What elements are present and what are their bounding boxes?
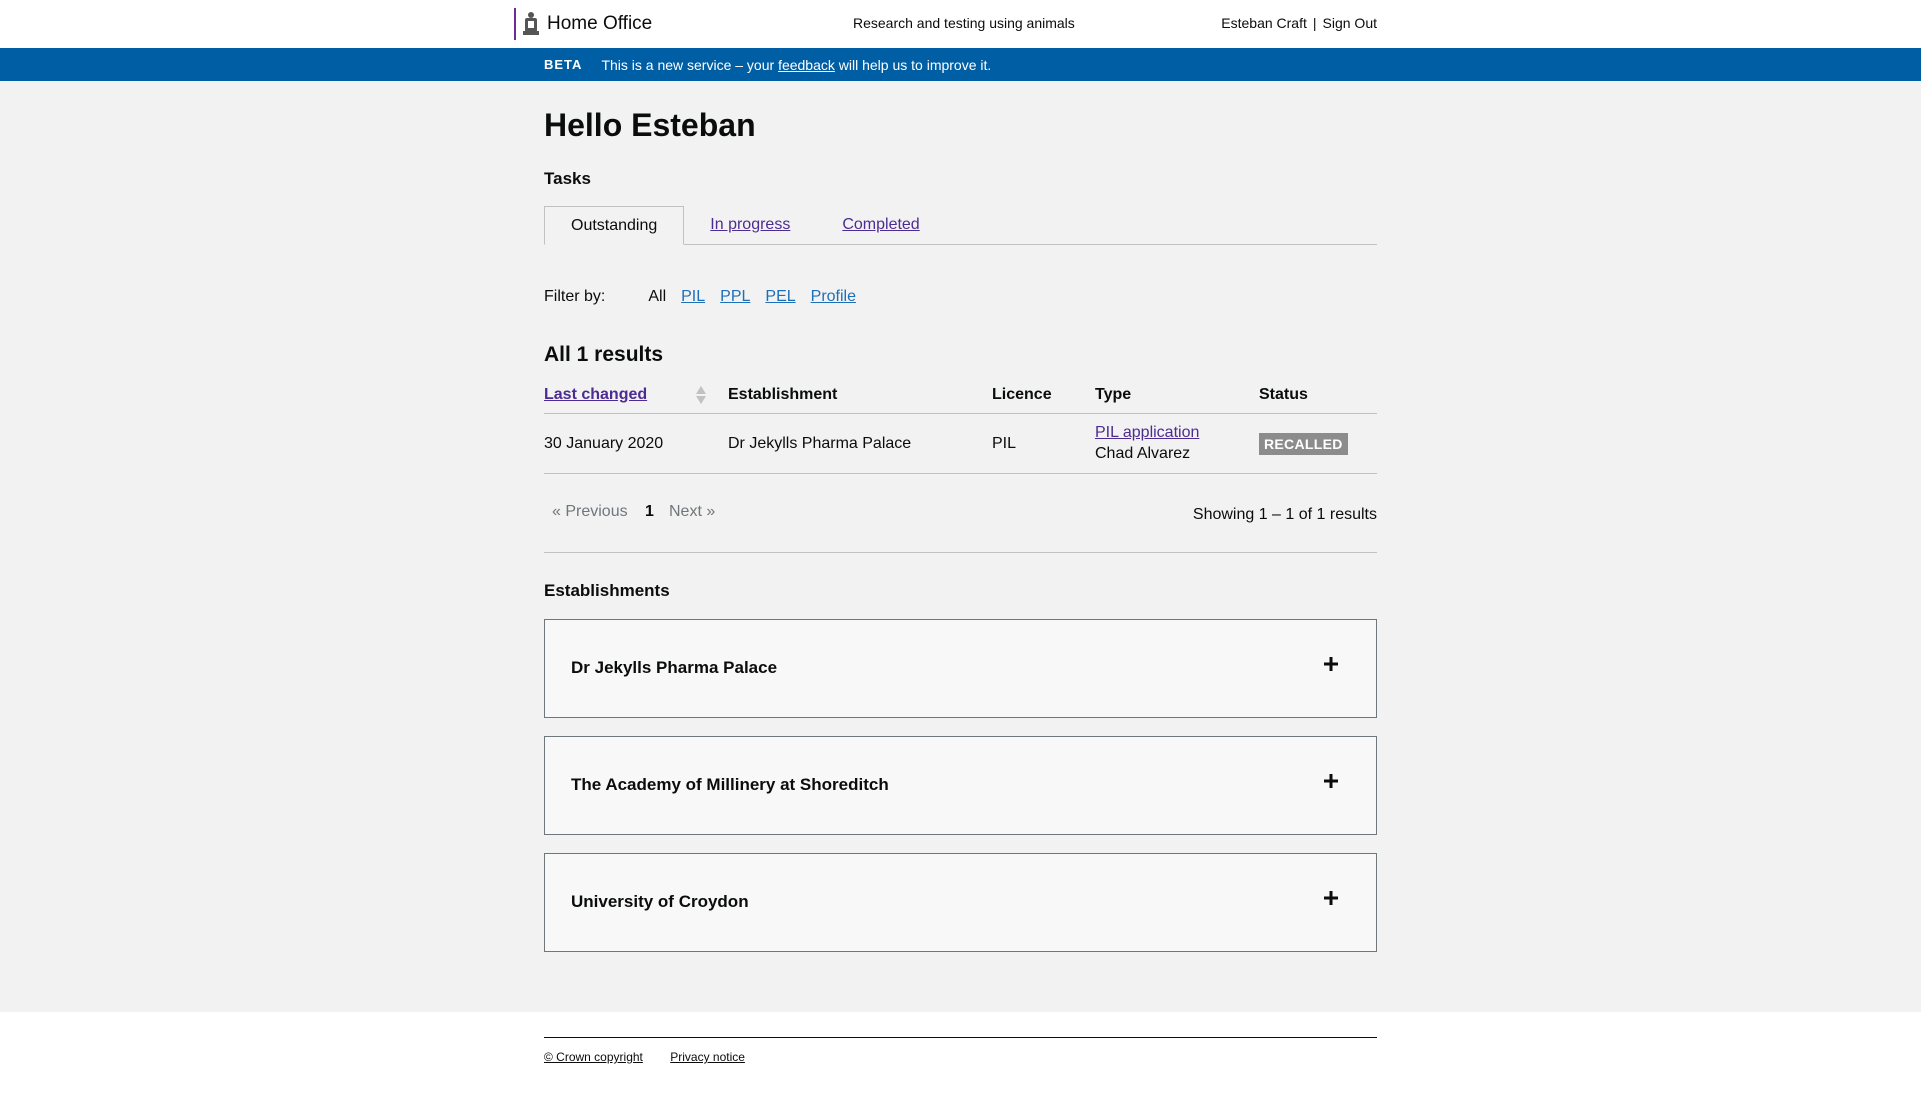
main-content: Hello Esteban Tasks Outstanding In progr…: [0, 81, 1921, 1012]
tab-outstanding[interactable]: Outstanding: [544, 206, 685, 245]
home-office-logo[interactable]: Home Office: [514, 8, 652, 40]
col-licence: Licence: [992, 386, 1095, 415]
task-subject-name: Chad Alvarez: [1095, 445, 1191, 463]
brand-bar: [514, 8, 516, 40]
establishment-name: Dr Jekylls Pharma Palace: [571, 658, 778, 678]
task-tabs: Outstanding In progress Completed: [544, 206, 1377, 245]
tasks-heading: Tasks: [544, 169, 591, 188]
beta-text-after: will help us to improve it.: [834, 56, 992, 73]
filter-pil[interactable]: PIL: [681, 288, 705, 306]
establishment-accordion[interactable]: Dr Jekylls Pharma Palace: [544, 619, 1377, 719]
cell-licence: PIL: [992, 413, 1095, 475]
nav-separator: |: [1312, 15, 1317, 31]
filter-bar: Filter by: All PIL PPL PEL Profile: [544, 288, 1377, 306]
filter-all: All: [648, 288, 667, 305]
col-type: Type: [1095, 386, 1259, 415]
cell-status: RECALLED: [1259, 413, 1377, 475]
col-last-changed[interactable]: Last changed: [544, 386, 728, 415]
table-row[interactable]: 30 January 2020 Dr Jekylls Pharma Palace…: [544, 413, 1377, 475]
status-badge: RECALLED: [1259, 432, 1348, 455]
expand-plus-icon[interactable]: [1324, 657, 1338, 672]
expand-plus-icon[interactable]: [1324, 891, 1338, 906]
cell-establishment: Dr Jekylls Pharma Palace: [728, 413, 992, 475]
privacy-notice-link[interactable]: Privacy notice: [670, 1050, 745, 1064]
cell-last-changed: 30 January 2020: [544, 413, 728, 475]
brand-name: Home Office: [547, 13, 653, 34]
crown-copyright-link[interactable]: © Crown copyright: [544, 1050, 643, 1064]
sort-arrows-icon[interactable]: [695, 386, 706, 404]
tasks-table: Last changed Establishment Licence Type …: [544, 386, 1377, 475]
cell-type: PIL application Chad Alvarez: [1095, 413, 1259, 475]
pagination: « Previous 1 Next » Showing 1 – 1 of 1 r…: [544, 496, 1377, 554]
service-name[interactable]: Research and testing using animals: [853, 15, 1075, 31]
sign-out-link[interactable]: Sign Out: [1323, 15, 1377, 31]
beta-banner: BETA This is a new service – your feedba…: [0, 48, 1921, 81]
filter-ppl[interactable]: PPL: [720, 288, 750, 306]
table-header-row: Last changed Establishment Licence Type …: [544, 386, 1377, 415]
filter-label: Filter by:: [544, 288, 606, 305]
filter-pel[interactable]: PEL: [765, 288, 795, 306]
site-footer: © Crown copyright Privacy notice: [0, 1037, 1921, 1118]
pager-next: Next »: [669, 503, 716, 521]
results-heading: All 1 results: [544, 343, 664, 366]
establishment-name: University of Croydon: [571, 892, 749, 912]
user-nav: Esteban Craft | Sign Out: [1221, 15, 1377, 31]
user-name[interactable]: Esteban Craft: [1221, 15, 1307, 31]
pager-current-page: 1: [645, 503, 654, 521]
expand-plus-icon[interactable]: [1324, 774, 1338, 789]
beta-text: This is a new service – your feedback wi…: [601, 57, 991, 73]
filter-profile[interactable]: Profile: [811, 288, 856, 306]
feedback-link[interactable]: feedback: [778, 57, 835, 73]
pager-previous: « Previous: [552, 503, 628, 521]
tab-in-progress[interactable]: In progress: [684, 206, 816, 244]
col-status: Status: [1259, 386, 1377, 415]
establishment-accordion[interactable]: University of Croydon: [544, 853, 1377, 953]
crest-icon: [523, 12, 539, 35]
tab-completed[interactable]: Completed: [816, 206, 945, 244]
site-header: Home Office Research and testing using a…: [0, 0, 1921, 48]
beta-text-before: This is a new service – your: [601, 56, 779, 73]
tab-in-progress-link[interactable]: In progress: [710, 216, 790, 233]
col-establishment: Establishment: [728, 386, 992, 415]
task-type-link[interactable]: PIL application: [1095, 424, 1199, 441]
sort-last-changed-link[interactable]: Last changed: [544, 386, 647, 403]
establishment-accordion[interactable]: The Academy of Millinery at Shoreditch: [544, 736, 1377, 836]
establishment-name: The Academy of Millinery at Shoreditch: [571, 775, 889, 795]
page-title: Hello Esteban: [544, 107, 756, 143]
results-count: Showing 1 – 1 of 1 results: [1192, 506, 1377, 524]
beta-tag: BETA: [544, 57, 583, 72]
tab-completed-link[interactable]: Completed: [842, 216, 919, 233]
establishments-heading: Establishments: [544, 581, 670, 601]
